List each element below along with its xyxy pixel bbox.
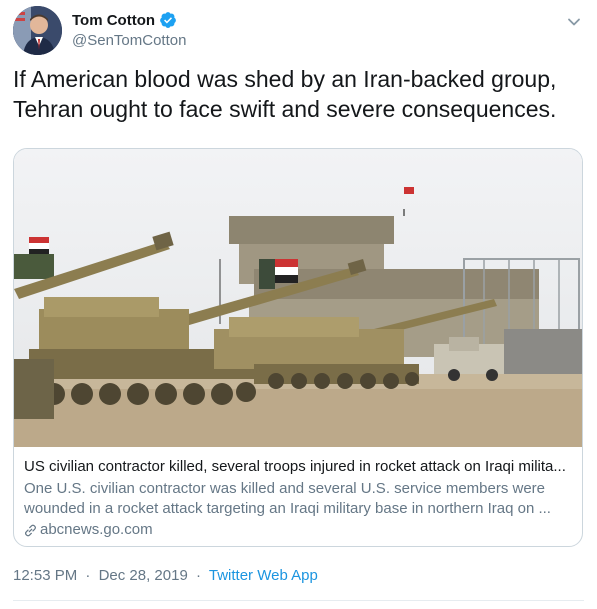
tweet-meta: 12:53 PM · Dec 28, 2019 · Twitter Web Ap…: [13, 567, 318, 584]
card-description-line: wounded in a rocket attack targeting an …: [24, 500, 551, 517]
verified-badge-icon: [160, 12, 176, 28]
tweet-date[interactable]: Dec 28, 2019: [99, 567, 188, 584]
author-handle[interactable]: @SenTomCotton: [72, 32, 186, 49]
chevron-down-icon[interactable]: [566, 14, 582, 30]
card-title[interactable]: US civilian contractor killed, several t…: [24, 457, 572, 477]
tweet-time[interactable]: 12:53 PM: [13, 567, 77, 584]
tweet-text: If American blood was shed by an Iran-ba…: [13, 66, 557, 122]
tweet-header: Tom Cotton @SenTomCotton: [13, 6, 584, 56]
divider: [13, 600, 584, 601]
card-text[interactable]: US civilian contractor killed, several t…: [24, 457, 572, 540]
card-description: One U.S. civilian contractor was killed …: [24, 479, 572, 519]
link-card[interactable]: US civilian contractor killed, several t…: [13, 148, 583, 547]
author-name[interactable]: Tom Cotton: [72, 12, 155, 29]
link-icon: [25, 524, 36, 536]
card-image[interactable]: [14, 149, 582, 447]
tweet-source-link[interactable]: Twitter Web App: [209, 567, 318, 584]
card-description-line: One U.S. civilian contractor was killed …: [24, 480, 546, 497]
card-domain[interactable]: abcnews.go.com: [24, 520, 572, 540]
meta-separator: ·: [85, 567, 91, 584]
author-name-row[interactable]: Tom Cotton: [72, 11, 177, 29]
avatar[interactable]: [13, 6, 62, 55]
meta-separator: ·: [195, 567, 201, 584]
card-domain-text[interactable]: abcnews.go.com: [40, 520, 153, 540]
